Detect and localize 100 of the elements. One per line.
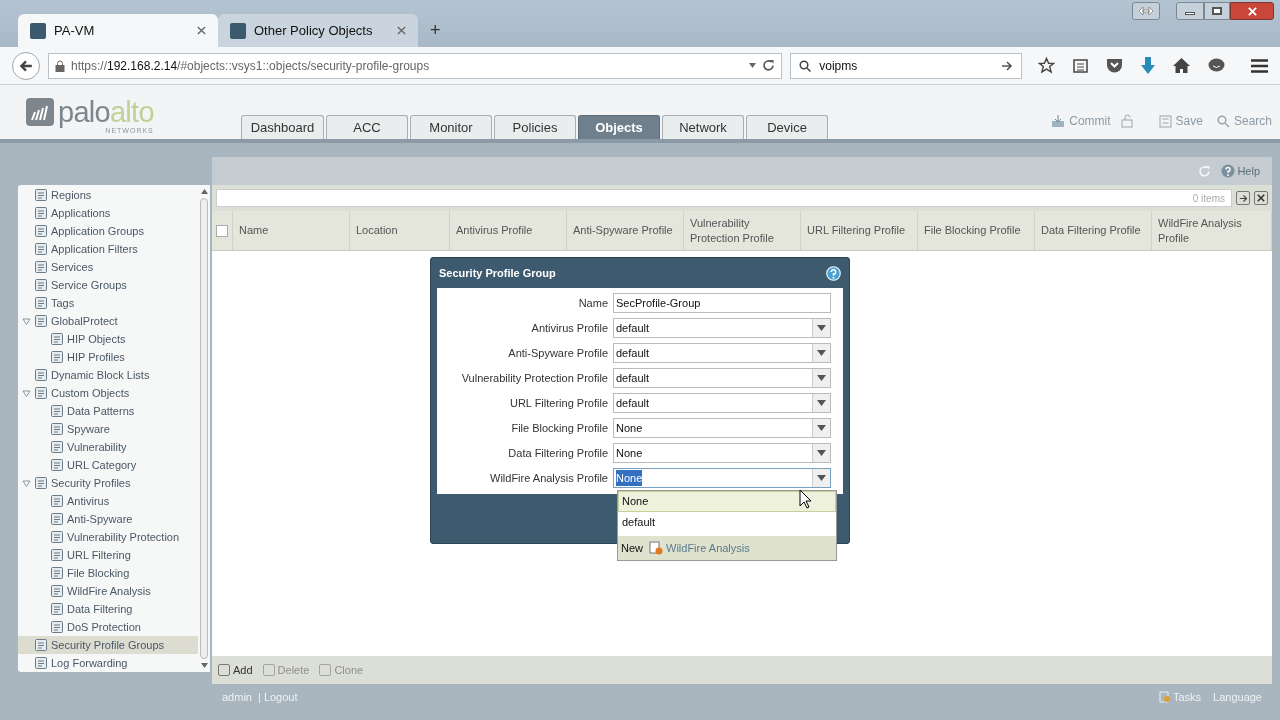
back-button[interactable] xyxy=(12,51,40,80)
field-label: URL Filtering Profile xyxy=(509,395,609,411)
tree-item[interactable]: URL Category xyxy=(18,456,198,474)
column-header[interactable]: URL Filtering Profile xyxy=(801,211,918,250)
close-icon[interactable] xyxy=(197,26,206,35)
column-header[interactable]: Name xyxy=(233,211,350,250)
tree-item[interactable]: Services xyxy=(18,258,198,276)
select-field[interactable]: default xyxy=(613,393,831,413)
tree-item[interactable]: GlobalProtect xyxy=(18,312,198,330)
search-icon xyxy=(799,59,812,72)
tree-item[interactable]: Spyware xyxy=(18,420,198,438)
chat-icon[interactable] xyxy=(1208,58,1225,73)
nav-tab[interactable]: Network xyxy=(662,115,744,139)
menu-icon[interactable] xyxy=(1251,58,1268,73)
dropdown-icon[interactable] xyxy=(749,63,757,68)
tree-item[interactable]: WildFire Analysis xyxy=(18,582,198,600)
reload-icon[interactable] xyxy=(762,59,776,72)
tree-item[interactable]: Application Filters xyxy=(18,240,198,258)
expanded-icon[interactable] xyxy=(22,478,31,488)
tree-item[interactable]: Vulnerability xyxy=(18,438,198,456)
browser-tab[interactable]: Other Policy Objects xyxy=(218,14,418,47)
pocket-icon[interactable] xyxy=(1106,58,1123,73)
tree-item[interactable]: DoS Protection xyxy=(18,618,198,636)
select-field[interactable]: default xyxy=(613,318,831,338)
minimize-icon[interactable] xyxy=(1176,2,1204,20)
column-header[interactable]: Anti-Spyware Profile xyxy=(567,211,684,250)
tasks-icon xyxy=(1158,691,1171,703)
list-icon[interactable] xyxy=(1073,58,1088,73)
document-icon xyxy=(50,584,64,598)
select-field[interactable]: None xyxy=(613,418,831,438)
maximize-icon[interactable] xyxy=(1204,2,1230,20)
tree-item[interactable]: Vulnerability Protection xyxy=(18,528,198,546)
tree-item[interactable]: Custom Objects xyxy=(18,384,198,402)
document-icon xyxy=(34,224,48,238)
scroll-up-icon[interactable] xyxy=(200,189,208,194)
go-icon[interactable] xyxy=(1001,59,1013,72)
column-header[interactable]: WildFire Analysis Profile xyxy=(1152,211,1272,250)
scroll-down-icon[interactable] xyxy=(200,663,208,668)
document-icon xyxy=(50,350,64,364)
tree-item[interactable]: Antivirus xyxy=(18,492,198,510)
tree-item[interactable]: URL Filtering xyxy=(18,546,198,564)
tree-item[interactable]: Applications xyxy=(18,204,198,222)
document-icon xyxy=(34,296,48,310)
close-button[interactable] xyxy=(1230,2,1274,20)
select-field[interactable]: None xyxy=(613,468,831,488)
download-icon[interactable] xyxy=(1141,57,1155,74)
expanded-icon[interactable] xyxy=(22,388,31,398)
column-header[interactable]: Antivirus Profile xyxy=(450,211,567,250)
tree-item[interactable]: Tags xyxy=(18,294,198,312)
help-icon[interactable] xyxy=(826,265,841,281)
column-header[interactable]: Data Filtering Profile xyxy=(1035,211,1152,250)
caret-icon xyxy=(817,475,826,481)
nav-tab[interactable]: Monitor xyxy=(410,115,492,139)
checkbox[interactable] xyxy=(216,224,228,237)
tree-item[interactable]: Anti-Spyware xyxy=(18,510,198,528)
field-label: Name xyxy=(577,295,609,311)
dropdown-option[interactable]: default xyxy=(618,512,836,533)
tree-item[interactable]: Data Filtering xyxy=(18,600,198,618)
tree-item[interactable]: Service Groups xyxy=(18,276,198,294)
favicon-icon xyxy=(230,22,246,39)
nav-tab[interactable]: Dashboard xyxy=(241,115,324,139)
nav-tab[interactable]: Policies xyxy=(494,115,576,139)
expanded-icon[interactable] xyxy=(22,316,31,326)
document-icon xyxy=(50,620,64,634)
tree-item[interactable]: Regions xyxy=(18,186,198,204)
browser-tab[interactable]: PA-VM xyxy=(18,14,218,47)
select-field[interactable]: default xyxy=(613,343,831,363)
toolbar-button[interactable]: Add xyxy=(218,661,253,679)
tree-item[interactable]: Data Patterns xyxy=(18,402,198,420)
new-profile-link[interactable]: WildFire Analysis xyxy=(649,539,750,557)
star-icon[interactable] xyxy=(1038,57,1055,74)
document-icon xyxy=(50,512,64,526)
nav-tab[interactable]: Device xyxy=(746,115,828,139)
tree-item[interactable]: Security Profiles xyxy=(18,474,198,492)
nav-tab[interactable]: ACC xyxy=(326,115,408,139)
resize-button[interactable] xyxy=(1132,2,1160,20)
select-field[interactable]: default xyxy=(613,368,831,388)
help-icon xyxy=(1221,164,1236,178)
tree-item[interactable]: File Blocking xyxy=(18,564,198,582)
name-field[interactable]: SecProfile-Group xyxy=(613,293,831,313)
column-header[interactable]: File Blocking Profile xyxy=(918,211,1035,250)
tree-item[interactable]: Security Profile Groups xyxy=(18,636,198,654)
search-field[interactable]: voipms xyxy=(790,52,1022,79)
field-label: Data Filtering Profile xyxy=(507,445,609,461)
tree-item[interactable]: Dynamic Block Lists xyxy=(18,366,198,384)
address-field[interactable]: https://192.168.2.14/#objects::vsys1::objects/security-profile-groups xyxy=(47,52,783,79)
column-header[interactable]: Location xyxy=(350,211,450,250)
select-field[interactable]: None xyxy=(613,443,831,463)
column-header[interactable]: Vulnerability Protection Profile xyxy=(684,211,801,250)
tree-item[interactable]: HIP Objects xyxy=(18,330,198,348)
tree-item[interactable]: Log Forwarding xyxy=(18,654,198,672)
document-icon xyxy=(34,476,48,490)
new-tab-button[interactable]: + xyxy=(418,14,453,47)
favicon-icon xyxy=(30,22,46,39)
home-icon[interactable] xyxy=(1173,58,1190,73)
dropdown-option[interactable]: None xyxy=(618,491,836,512)
tree-item[interactable]: HIP Profiles xyxy=(18,348,198,366)
tree-item[interactable]: Application Groups xyxy=(18,222,198,240)
document-icon xyxy=(34,206,48,220)
nav-tab[interactable]: Objects xyxy=(578,115,660,139)
